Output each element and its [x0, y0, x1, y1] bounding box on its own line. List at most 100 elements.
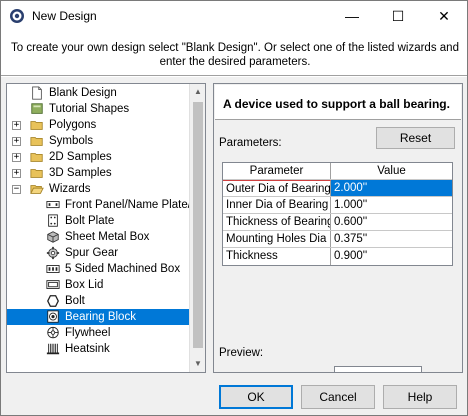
maximize-button[interactable]: ☐ [375, 1, 421, 31]
tree-item[interactable]: Tutorial Shapes [7, 101, 192, 117]
table-row[interactable]: Thickness of Bearing 0.600'' [223, 214, 452, 231]
parameters-table: Parameter Value Outer Dia of Bearing 2.00… [222, 162, 453, 266]
expand-icon[interactable]: + [12, 137, 21, 146]
parameter-name: Outer Dia of Bearing [223, 180, 331, 196]
tree-item[interactable]: + Symbols [7, 133, 192, 149]
minimize-icon: — [345, 8, 359, 24]
tree-item-label: Spur Gear [65, 247, 119, 259]
preview-area [334, 366, 422, 372]
cancel-button[interactable]: Cancel [301, 385, 375, 409]
tree-item-label: 2D Samples [49, 151, 112, 163]
folder-icon [30, 137, 43, 146]
design-tree[interactable]: Heatsink Flywheel Bearing Block Bolt Box Lid… [6, 83, 206, 373]
scroll-down-arrow-icon[interactable]: ▼ [190, 356, 205, 372]
parameter-value-field[interactable]: 0.375'' [331, 231, 452, 247]
window-title: New Design [32, 9, 97, 23]
tree-scrollbar[interactable]: ▲ ▼ [189, 84, 205, 372]
close-button[interactable]: ✕ [421, 1, 467, 31]
description-box: A device used to support a ball bearing. [215, 85, 461, 120]
parameter-value-field[interactable]: 2.000'' [331, 180, 452, 196]
scroll-up-arrow-icon[interactable]: ▲ [190, 84, 205, 100]
parameter-name: Thickness of Bearing [223, 214, 331, 230]
close-icon: ✕ [438, 7, 450, 24]
parameter-name: Thickness [223, 248, 331, 265]
sheet-metal-icon [47, 231, 59, 243]
table-header: Parameter Value [223, 163, 452, 180]
tree-item[interactable]: Box Lid [7, 277, 192, 293]
blank-page-icon [32, 86, 42, 100]
header-divider [1, 75, 467, 77]
tree-item[interactable]: Front Panel/Name Plate/ [7, 197, 192, 213]
hexagon-icon [47, 295, 59, 307]
tree-item-label: Box Lid [65, 279, 104, 291]
table-row[interactable]: Thickness 0.900'' [223, 248, 452, 265]
gear-icon [46, 246, 60, 260]
reset-button[interactable]: Reset [376, 127, 455, 149]
preview-label: Preview: [219, 347, 264, 359]
wizard-description: A device used to support a ball bearing. [223, 97, 450, 111]
maximize-icon: ☐ [391, 7, 405, 24]
ok-button[interactable]: OK [219, 385, 293, 409]
tree-item-label: Heatsink [65, 343, 110, 355]
table-row[interactable]: Outer Dia of Bearing 2.000'' [223, 180, 452, 197]
tree-item-label: Flywheel [65, 327, 111, 339]
flywheel-icon [47, 326, 59, 339]
folder-open-icon [30, 185, 44, 194]
tree-item[interactable]: +3D Samples [7, 165, 192, 181]
bearing-icon [47, 310, 59, 323]
expand-icon[interactable]: + [12, 121, 21, 130]
collapse-icon[interactable]: − [12, 185, 21, 194]
help-button[interactable]: Help [383, 385, 457, 409]
machined-box-icon [46, 265, 60, 273]
tree-item[interactable]: +2D Samples [7, 149, 192, 165]
table-row[interactable]: Inner Dia of Bearing 1.000'' [223, 197, 452, 214]
tree-item[interactable]: Blank Design [7, 85, 192, 101]
parameter-value-field[interactable]: 0.900'' [331, 248, 452, 265]
heatsink-icon [46, 343, 60, 355]
title-bar: New Design — ☐ ✕ [1, 1, 467, 31]
folder-icon [30, 153, 43, 162]
column-header-value: Value [331, 163, 452, 179]
parameters-label: Parameters: [219, 137, 282, 149]
parameter-name: Mounting Holes Dia [223, 231, 331, 247]
tree-item-label: Blank Design [49, 87, 117, 99]
parameter-name: Inner Dia of Bearing [223, 197, 331, 213]
tree-item[interactable]: + Polygons [7, 117, 192, 133]
tree-item-label: Wizards [49, 183, 91, 195]
bolt-plate-icon [48, 214, 58, 227]
folder-icon [30, 169, 43, 178]
tree-item-label: Bolt Plate [65, 215, 115, 227]
expand-icon[interactable]: + [12, 153, 21, 162]
tree-item[interactable]: − Wizards [7, 181, 192, 197]
new-design-dialog: New Design — ☐ ✕ To create your own desi… [0, 0, 468, 416]
tree-item[interactable]: Sheet Metal Box [7, 229, 192, 245]
book-icon [31, 103, 43, 114]
tree-item-label: Symbols [49, 135, 94, 147]
tree-item-label: Sheet Metal Box [65, 231, 150, 243]
tree-item[interactable]: Spur Gear [7, 245, 192, 261]
scroll-thumb[interactable] [193, 102, 203, 348]
parameter-value-field[interactable]: 1.000'' [331, 197, 452, 213]
tree-item[interactable]: Bolt Plate [7, 213, 192, 229]
table-row[interactable]: Mounting Holes Dia 0.375'' [223, 231, 452, 248]
expand-icon[interactable]: + [12, 169, 21, 178]
tree-item-label: Front Panel/Name Plate/ [65, 199, 191, 211]
box-lid-icon [46, 280, 60, 289]
instructions-text: To create your own design select "Blank … [11, 42, 459, 68]
minimize-button[interactable]: — [329, 1, 375, 31]
tree-item[interactable]: Flywheel [7, 325, 192, 341]
panel-icon [46, 201, 60, 209]
folder-icon [30, 121, 43, 130]
tree-item[interactable]: Bolt [7, 293, 192, 309]
tree-item-label: Bearing Block [65, 311, 136, 323]
app-logo-icon [10, 9, 24, 23]
tree-item[interactable]: Heatsink [7, 341, 192, 357]
tree-item[interactable]: 5 Sided Machined Box [7, 261, 192, 277]
parameter-value-field[interactable]: 0.600'' [331, 214, 452, 230]
tree-item-label: 3D Samples [49, 167, 112, 179]
tree-item[interactable]: Bearing Block [7, 309, 192, 325]
tree-item-label: Bolt [65, 295, 85, 307]
tree-item-label: Polygons [49, 119, 97, 131]
tree-item-label: 5 Sided Machined Box [65, 263, 181, 275]
column-header-parameter: Parameter [223, 163, 331, 179]
